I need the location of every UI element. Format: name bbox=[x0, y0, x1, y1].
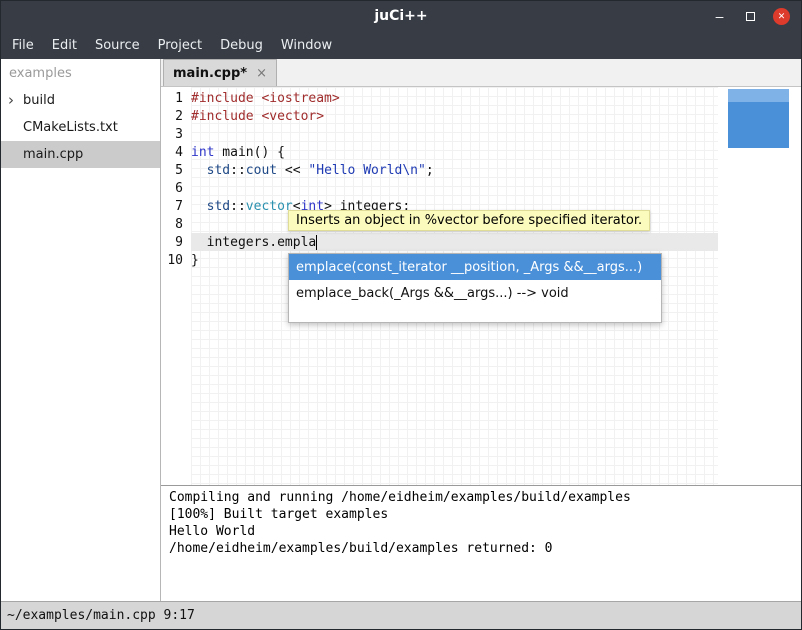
tab-maincpp[interactable]: main.cpp* × bbox=[163, 59, 277, 86]
menu-window[interactable]: Window bbox=[272, 33, 341, 58]
minimize-button[interactable]: – bbox=[704, 1, 735, 31]
window-title: juCi++ bbox=[1, 8, 801, 24]
doc-tooltip: Inserts an object in %vector before spec… bbox=[288, 210, 650, 231]
tree-item-build[interactable]: › build bbox=[1, 87, 160, 114]
line-number: 5 bbox=[161, 163, 183, 178]
line-number: 9 bbox=[161, 235, 183, 250]
output-line: [100%] Built target examples bbox=[169, 506, 793, 523]
line-number: 2 bbox=[161, 109, 183, 124]
status-bar: ~/examples/main.cpp 9:17 bbox=[1, 601, 801, 629]
code-line[interactable]: 9 integers.empla bbox=[161, 233, 718, 251]
code-text: int main() { bbox=[191, 145, 285, 160]
tab-label: main.cpp* bbox=[173, 66, 247, 81]
code-text: #include <iostream> bbox=[191, 91, 340, 106]
maximize-button[interactable] bbox=[735, 1, 766, 31]
autocomplete-popup: emplace(const_iterator __position, _Args… bbox=[288, 253, 662, 323]
menu-source[interactable]: Source bbox=[86, 33, 149, 58]
menu-project[interactable]: Project bbox=[149, 33, 211, 58]
code-line[interactable]: 1 #include <iostream> bbox=[161, 89, 718, 107]
code-line[interactable]: 2 #include <vector> bbox=[161, 107, 718, 125]
maximize-icon bbox=[746, 12, 755, 21]
file-tree-sidebar: examples › build CMakeLists.txt main.cpp bbox=[1, 59, 161, 601]
tab-bar: main.cpp* × bbox=[161, 59, 801, 87]
code-text: std::cout << "Hello World\n"; bbox=[191, 163, 434, 178]
code-line[interactable]: 4 int main() { bbox=[161, 143, 718, 161]
tree-item-label: CMakeLists.txt bbox=[23, 120, 118, 135]
code-editor: 1#include <iostream>2#include <vector>34… bbox=[161, 87, 801, 485]
code-text: } bbox=[191, 253, 199, 268]
code-line[interactable]: 6 bbox=[161, 179, 718, 197]
line-number: 1 bbox=[161, 91, 183, 106]
line-number: 3 bbox=[161, 127, 183, 142]
code-text: integers.empla bbox=[191, 235, 317, 250]
close-icon: ✕ bbox=[773, 8, 790, 25]
minimize-icon: – bbox=[716, 11, 724, 21]
menu-file[interactable]: File bbox=[3, 33, 43, 58]
code-text: #include <vector> bbox=[191, 109, 324, 124]
output-line: Hello World bbox=[169, 523, 793, 540]
tree-item-maincpp[interactable]: main.cpp bbox=[1, 141, 160, 168]
menubar: File Edit Source Project Debug Window bbox=[1, 31, 801, 59]
editor-column: main.cpp* × 1 #include <iostream> 2 #includ… bbox=[161, 59, 801, 601]
line-number: 7 bbox=[161, 199, 183, 214]
output-line: /home/eidheim/examples/build/examples re… bbox=[169, 540, 793, 557]
text-cursor bbox=[316, 235, 317, 250]
line-number: 6 bbox=[161, 181, 183, 196]
line-number: 10 bbox=[161, 253, 183, 268]
line-number: 8 bbox=[161, 217, 183, 232]
output-line: Compiling and running /home/eidheim/exam… bbox=[169, 489, 793, 506]
tree-item-cmakelists[interactable]: CMakeLists.txt bbox=[1, 114, 160, 141]
project-name: examples bbox=[1, 59, 160, 87]
code-lines: 1#include <iostream>2#include <vector>34… bbox=[161, 87, 718, 269]
window-controls: – ✕ bbox=[704, 1, 797, 31]
menu-edit[interactable]: Edit bbox=[43, 33, 86, 58]
output-panel[interactable]: Compiling and running /home/eidheim/exam… bbox=[161, 485, 801, 601]
completion-item[interactable]: emplace_back(_Args &&__args...) --> void bbox=[289, 280, 661, 306]
tab-close-icon[interactable]: × bbox=[256, 66, 267, 81]
editor-scrollbar-thumb[interactable] bbox=[728, 89, 789, 148]
tree-item-label: build bbox=[23, 93, 55, 108]
completion-item[interactable]: emplace(const_iterator __position, _Args… bbox=[289, 254, 661, 280]
code-line[interactable]: 3 bbox=[161, 125, 718, 143]
chevron-right-icon[interactable]: › bbox=[8, 94, 23, 107]
close-button[interactable]: ✕ bbox=[766, 1, 797, 31]
code-line[interactable]: 5 std::cout << "Hello World\n"; bbox=[161, 161, 718, 179]
line-number: 4 bbox=[161, 145, 183, 160]
menu-debug[interactable]: Debug bbox=[211, 33, 272, 58]
app-window: juCi++ – ✕ File Edit Source Project Debu… bbox=[0, 0, 802, 630]
tree-item-label: main.cpp bbox=[23, 147, 83, 162]
main-area: examples › build CMakeLists.txt main.cpp… bbox=[1, 59, 801, 601]
status-text: ~/examples/main.cpp 9:17 bbox=[7, 608, 195, 623]
titlebar[interactable]: juCi++ – ✕ bbox=[1, 1, 801, 31]
